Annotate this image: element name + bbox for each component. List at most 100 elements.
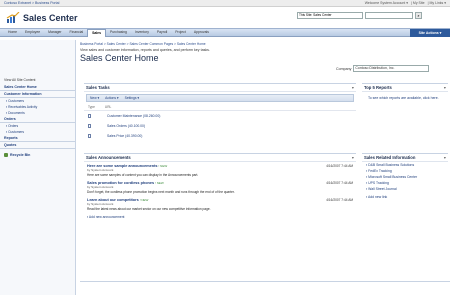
sales-tasks-webpart: Sales Tasks ▾ New ▾ Actions ▾ Settings ▾ … xyxy=(84,83,356,148)
related-links-list: ▪ D&B Small Business Solutions ▪ FedEx T… xyxy=(362,162,448,200)
search-input[interactable] xyxy=(365,12,413,19)
page-header: Business Portal > Sales Center > Sales C… xyxy=(80,42,450,63)
left-navigation: View All Site Content Sales Center Home … xyxy=(0,40,76,295)
task-link[interactable]: Customer Maintenance (08.260.00) xyxy=(107,114,160,118)
actions-menu[interactable]: Actions ▾ xyxy=(105,96,118,100)
top-reports-link[interactable]: To see which reports are available, clic… xyxy=(362,92,448,105)
recycle-bin-link[interactable]: Recycle Bin xyxy=(0,152,75,158)
sidebar-item-customer-information[interactable]: Customer Information xyxy=(0,91,75,98)
announcement-author: by System Account xyxy=(87,168,114,172)
announcements-webpart: Sales Announcements ▾ Here are some sampl… xyxy=(84,153,356,253)
recycle-bin-label: Recycle Bin xyxy=(10,153,31,157)
table-row[interactable]: Customer Maintenance (08.260.00) xyxy=(84,111,356,121)
company-selector: Company Contoso Distribution, Inc. xyxy=(336,65,430,72)
list-item: Learn about our competitors! NEW 4/16/200… xyxy=(84,196,356,213)
table-row[interactable]: Sales Price (40.390.00) xyxy=(84,131,356,141)
sidebar-item-orders[interactable]: Orders xyxy=(0,116,75,123)
announcement-body: Don't forget, the cordless phone promoti… xyxy=(87,190,235,194)
webpart-menu-icon[interactable]: ▾ xyxy=(444,84,448,91)
announcement-date: 4/16/2007 7:44 AM xyxy=(326,181,353,185)
related-link-label: D&B Small Business Solutions xyxy=(368,163,415,167)
tab-financial[interactable]: Financial xyxy=(66,29,88,36)
new-badge: ! NEW xyxy=(139,198,149,202)
recycle-bin-icon xyxy=(4,153,8,157)
announcement-author: by System Account xyxy=(87,185,114,189)
sidebar-item-label: Customers xyxy=(8,99,25,103)
sidebar-item-sales-center-home[interactable]: Sales Center Home xyxy=(0,84,75,91)
tab-purchasing[interactable]: Purchasing xyxy=(106,29,131,36)
search-icon[interactable]: ⌕ xyxy=(415,12,422,19)
column-headers: Type URL xyxy=(84,104,356,111)
settings-menu[interactable]: Settings ▾ xyxy=(125,96,139,100)
my-links-menu[interactable]: | My Links ▾ xyxy=(428,1,446,5)
announcement-body: Read the latest news about our market se… xyxy=(87,207,211,211)
add-new-link[interactable]: ▪ Add new link xyxy=(362,194,448,200)
document-icon xyxy=(88,124,91,128)
announcements-title: Sales Announcements xyxy=(86,155,131,160)
webpart-menu-icon[interactable]: ▾ xyxy=(352,84,356,91)
announcement-date: 4/16/2007 7:44 AM xyxy=(326,164,353,168)
sidebar-item-quotes[interactable]: Quotes xyxy=(0,142,75,149)
column-url[interactable]: URL xyxy=(105,105,111,109)
column-type[interactable]: Type xyxy=(88,105,95,109)
table-row[interactable]: Sales Orders (40.100.00) xyxy=(84,121,356,131)
top-reports-title: Top 5 Reports xyxy=(364,85,392,90)
sales-tasks-title: Sales Tasks xyxy=(86,85,110,90)
webpart-menu-icon[interactable]: ▾ xyxy=(444,154,448,161)
top-reports-webpart: Top 5 Reports ▾ To see which reports are … xyxy=(362,83,448,143)
company-label: Company xyxy=(336,66,352,71)
new-menu[interactable]: New ▾ xyxy=(90,96,99,100)
new-badge: ! NEW xyxy=(158,164,168,168)
search-area: This Site: Sales Center ⌕ xyxy=(297,12,422,19)
page-title: Sales Center Home xyxy=(80,53,159,63)
related-link-label: Microsoft Small Business Center xyxy=(368,175,418,179)
company-field[interactable]: Contoso Distribution, Inc. xyxy=(353,65,430,72)
sales-tasks-toolbar: New ▾ Actions ▾ Settings ▾ xyxy=(86,94,354,102)
sidebar-item-label: Receivables Activity xyxy=(8,105,38,109)
related-info-webpart: Sales Related Information ▾ ▪ D&B Small B… xyxy=(362,153,448,223)
task-link[interactable]: Sales Orders (40.100.00) xyxy=(107,124,145,128)
tab-sales[interactable]: Sales xyxy=(87,28,106,37)
related-link-label: Wall Street Journal xyxy=(368,187,397,191)
list-item: Sales promotion for cordless phones! NEW… xyxy=(84,179,356,196)
document-icon xyxy=(88,114,91,118)
related-link-label: UPS Tracking xyxy=(368,181,389,185)
view-all-site-content-link[interactable]: View All Site Content xyxy=(0,76,75,84)
search-scope-select[interactable]: This Site: Sales Center xyxy=(297,12,363,19)
sales-center-logo-icon xyxy=(6,11,20,23)
announcement-author: by System Account xyxy=(87,202,114,206)
my-site-link[interactable]: | My Site xyxy=(411,1,425,5)
page-description: View sales and customer information, rep… xyxy=(80,48,210,52)
webpart-menu-icon[interactable]: ▾ xyxy=(352,154,356,161)
new-badge: ! NEW xyxy=(155,181,164,185)
portal-breadcrumb[interactable]: Contoso Extranet > Business Portal xyxy=(4,1,59,5)
site-actions-menu[interactable]: Site Actions ▾ xyxy=(410,29,450,37)
tab-inventory[interactable]: Inventory xyxy=(131,29,153,36)
document-icon xyxy=(88,134,91,138)
sidebar-item-label: Customers xyxy=(8,130,25,134)
add-new-label: Add new announcement xyxy=(88,215,125,219)
sidebar-item-label: Orders xyxy=(8,124,19,128)
related-info-title: Sales Related Information xyxy=(364,155,416,160)
announcement-date: 4/16/2007 7:44 AM xyxy=(326,198,353,202)
tab-manager[interactable]: Manager xyxy=(44,29,65,36)
sidebar-item-label: Documents xyxy=(8,111,25,115)
breadcrumb[interactable]: Business Portal > Sales Center > Sales C… xyxy=(80,42,450,46)
related-link[interactable]: ▪ Wall Street Journal xyxy=(362,186,448,192)
site-header: Sales Center This Site: Sales Center ⌕ xyxy=(0,7,450,28)
add-new-link-label: Add new link xyxy=(367,195,388,199)
add-new-announcement-link[interactable]: ▪ Add new announcement xyxy=(84,213,356,221)
list-item: Here are some sample announcements! NEW 4… xyxy=(84,162,356,179)
footer-divider xyxy=(80,281,450,282)
welcome-menu[interactable]: Welcome System Account ▾ xyxy=(365,1,408,5)
tab-project[interactable]: Project xyxy=(171,29,190,36)
task-link[interactable]: Sales Price (40.390.00) xyxy=(107,134,142,138)
site-title[interactable]: Sales Center xyxy=(23,13,78,23)
related-link-label: FedEx Tracking xyxy=(368,169,392,173)
tab-approvals[interactable]: Approvals xyxy=(190,29,213,36)
tab-home[interactable]: Home xyxy=(4,29,21,36)
sidebar-item-reports[interactable]: Reports xyxy=(0,135,75,142)
tab-payroll[interactable]: Payroll xyxy=(153,29,171,36)
tab-employee[interactable]: Employee xyxy=(21,29,44,36)
announcement-body: Here are some samples of content you can… xyxy=(87,173,199,177)
